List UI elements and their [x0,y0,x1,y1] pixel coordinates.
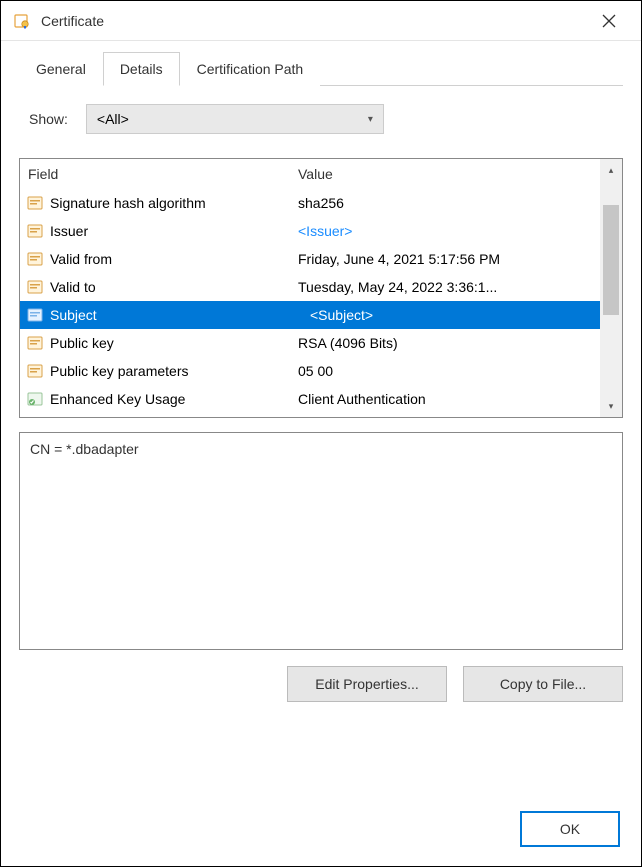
show-filter-row: Show: <All> ▾ [19,104,623,134]
scroll-track[interactable] [600,181,622,395]
scroll-up-icon[interactable]: ▴ [600,159,622,181]
property-icon [26,250,44,268]
list-row-pk-params[interactable]: Public key parameters 05 00 [20,357,600,385]
list-row-eku[interactable]: Enhanced Key Usage Client Authentication [20,385,600,413]
list-row-subject[interactable]: Subject <Subject> [20,301,600,329]
property-icon [26,194,44,212]
tab-general[interactable]: General [19,52,103,86]
detail-text: CN = *.dbadapter [30,441,139,457]
field-label: Subject [50,307,97,323]
chevron-down-icon: ▾ [368,114,373,125]
field-value: <Subject> [290,307,600,323]
show-dropdown[interactable]: <All> ▾ [86,104,384,134]
scrollbar-vertical[interactable]: ▴ ▾ [600,159,622,417]
field-label: Valid to [50,279,96,295]
field-label: Valid from [50,251,112,267]
field-label: Public key parameters [50,363,189,379]
tab-details[interactable]: Details [103,52,180,86]
col-header-field[interactable]: Field [20,166,290,182]
field-value: RSA (4096 Bits) [290,335,600,351]
field-value: <Issuer> [290,223,600,239]
list-row-issuer[interactable]: Issuer <Issuer> [20,217,600,245]
dialog-content: General Details Certification Path Show:… [1,41,641,720]
property-icon [26,278,44,296]
edit-properties-button[interactable]: Edit Properties... [287,666,447,702]
field-value: Client Authentication [290,391,600,407]
field-value: Tuesday, May 24, 2022 3:36:1... [290,279,600,295]
detail-textbox[interactable]: CN = *.dbadapter [19,432,623,650]
property-icon [26,334,44,352]
action-buttons: Edit Properties... Copy to File... [19,666,623,702]
field-label: Enhanced Key Usage [50,391,185,407]
copy-to-file-button[interactable]: Copy to File... [463,666,623,702]
field-value: Friday, June 4, 2021 5:17:56 PM [290,251,600,267]
dialog-footer: OK [520,811,620,847]
property-icon [26,222,44,240]
show-selected-value: <All> [97,111,129,127]
list-header: Field Value [20,159,600,189]
list-row-sig-hash[interactable]: Signature hash algorithm sha256 [20,189,600,217]
field-label: Signature hash algorithm [50,195,206,211]
scroll-thumb[interactable] [603,205,619,315]
col-header-value[interactable]: Value [290,166,600,182]
certificate-icon [13,12,31,30]
property-icon [26,362,44,380]
list-row-valid-from[interactable]: Valid from Friday, June 4, 2021 5:17:56 … [20,245,600,273]
tab-certification-path[interactable]: Certification Path [180,52,321,86]
scroll-down-icon[interactable]: ▾ [600,395,622,417]
field-value: sha256 [290,195,600,211]
list-row-valid-to[interactable]: Valid to Tuesday, May 24, 2022 3:36:1... [20,273,600,301]
extension-icon [26,390,44,408]
field-list-panel: Field Value Signature hash algorithm sha… [19,158,623,418]
close-button[interactable] [589,1,629,41]
ok-button[interactable]: OK [520,811,620,847]
tab-strip: General Details Certification Path [19,51,623,86]
field-value: 05 00 [290,363,600,379]
window-title: Certificate [41,13,589,29]
field-label: Issuer [50,223,88,239]
list-row-public-key[interactable]: Public key RSA (4096 Bits) [20,329,600,357]
field-label: Public key [50,335,114,351]
property-icon [26,306,44,324]
title-bar: Certificate [1,1,641,41]
show-label: Show: [29,111,68,127]
